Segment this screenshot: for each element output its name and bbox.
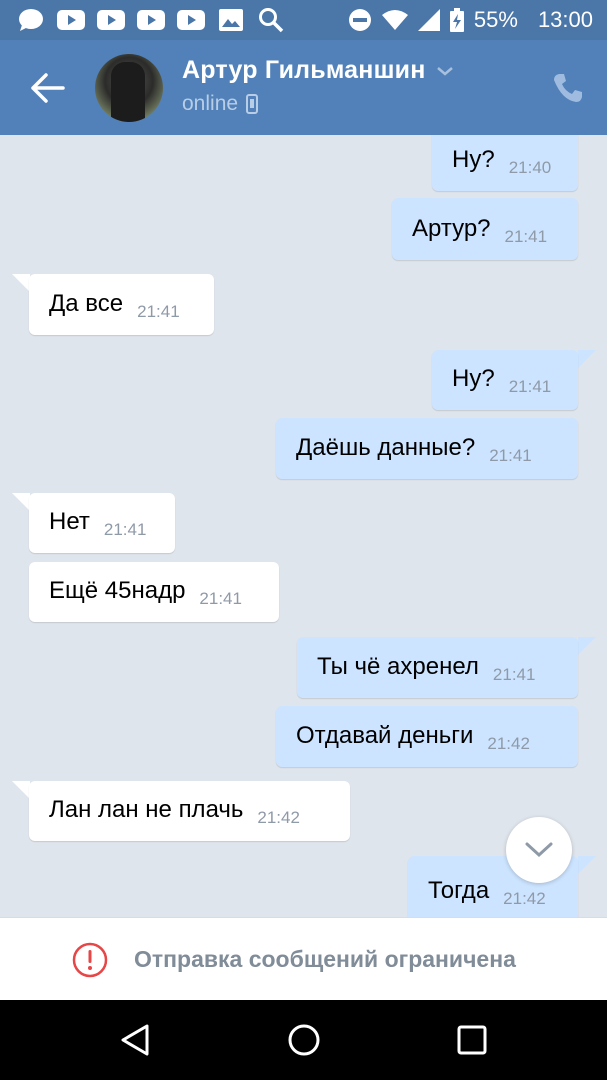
alert-circle-icon [72, 942, 108, 978]
bubble-tail [12, 274, 30, 292]
home-circle-icon[interactable] [286, 1022, 322, 1058]
system-navigation-bar [0, 1000, 607, 1080]
message-outgoing[interactable]: Отдавай деньги 21:42 [276, 706, 578, 767]
battery-level: 55% [473, 7, 518, 32]
recents-square-icon[interactable] [454, 1022, 490, 1058]
mobile-phone-icon [246, 94, 259, 114]
bubble-tail [12, 493, 30, 511]
message-outgoing[interactable]: Ну? 21:40 [432, 135, 578, 191]
youtube-icon [136, 8, 166, 32]
wifi-icon [381, 9, 408, 31]
back-arrow-icon[interactable] [30, 72, 66, 104]
bubble-tail [578, 350, 596, 368]
contact-name: Артур Гильманшин [182, 56, 426, 84]
contact-name-dropdown[interactable]: Артур Гильманшин [182, 56, 454, 85]
chat-bubble-icon [16, 8, 46, 32]
chevron-down-icon [525, 842, 553, 858]
signal-icon [417, 9, 440, 31]
scroll-to-bottom-button[interactable] [506, 817, 572, 883]
message-incoming[interactable]: Нет 21:41 [29, 493, 175, 553]
message-list[interactable]: Ну? 21:40 Артур? 21:41 Да все 21:41 Ну? 21:4… [0, 135, 607, 917]
message-incoming[interactable]: Да все 21:41 [29, 274, 214, 335]
bubble-tail [12, 781, 30, 799]
bubble-tail [578, 856, 596, 874]
message-incoming[interactable]: Ещё 45надр 21:41 [29, 562, 279, 622]
message-outgoing[interactable]: Даёшь данные? 21:41 [276, 418, 578, 479]
message-outgoing[interactable]: Артур? 21:41 [392, 198, 578, 260]
clock: 13:00 [537, 7, 593, 32]
search-icon [256, 8, 286, 33]
back-triangle-icon[interactable] [117, 1022, 153, 1058]
message-incoming[interactable]: Лан лан не плачь 21:42 [29, 781, 350, 841]
bubble-tail [578, 637, 596, 655]
message-outgoing[interactable]: Ну? 21:41 [432, 350, 578, 410]
youtube-icon [96, 8, 126, 32]
restriction-text: Отправка сообщений ограничена [134, 946, 516, 972]
do-not-disturb-icon [348, 8, 372, 32]
chevron-down-icon [436, 66, 453, 76]
image-icon [216, 8, 246, 32]
chat-header: Артур Гильманшин online [0, 40, 607, 135]
messaging-restricted-banner: Отправка сообщений ограничена [0, 917, 607, 1000]
avatar[interactable] [95, 54, 163, 122]
online-status: online [182, 92, 239, 115]
message-outgoing[interactable]: Ты чё ахренел 21:41 [297, 637, 578, 698]
youtube-icon [56, 8, 86, 32]
status-bar: 55% 13:00 [0, 0, 607, 40]
youtube-icon [176, 8, 206, 32]
battery-icon [449, 8, 464, 32]
call-icon[interactable] [552, 72, 584, 104]
